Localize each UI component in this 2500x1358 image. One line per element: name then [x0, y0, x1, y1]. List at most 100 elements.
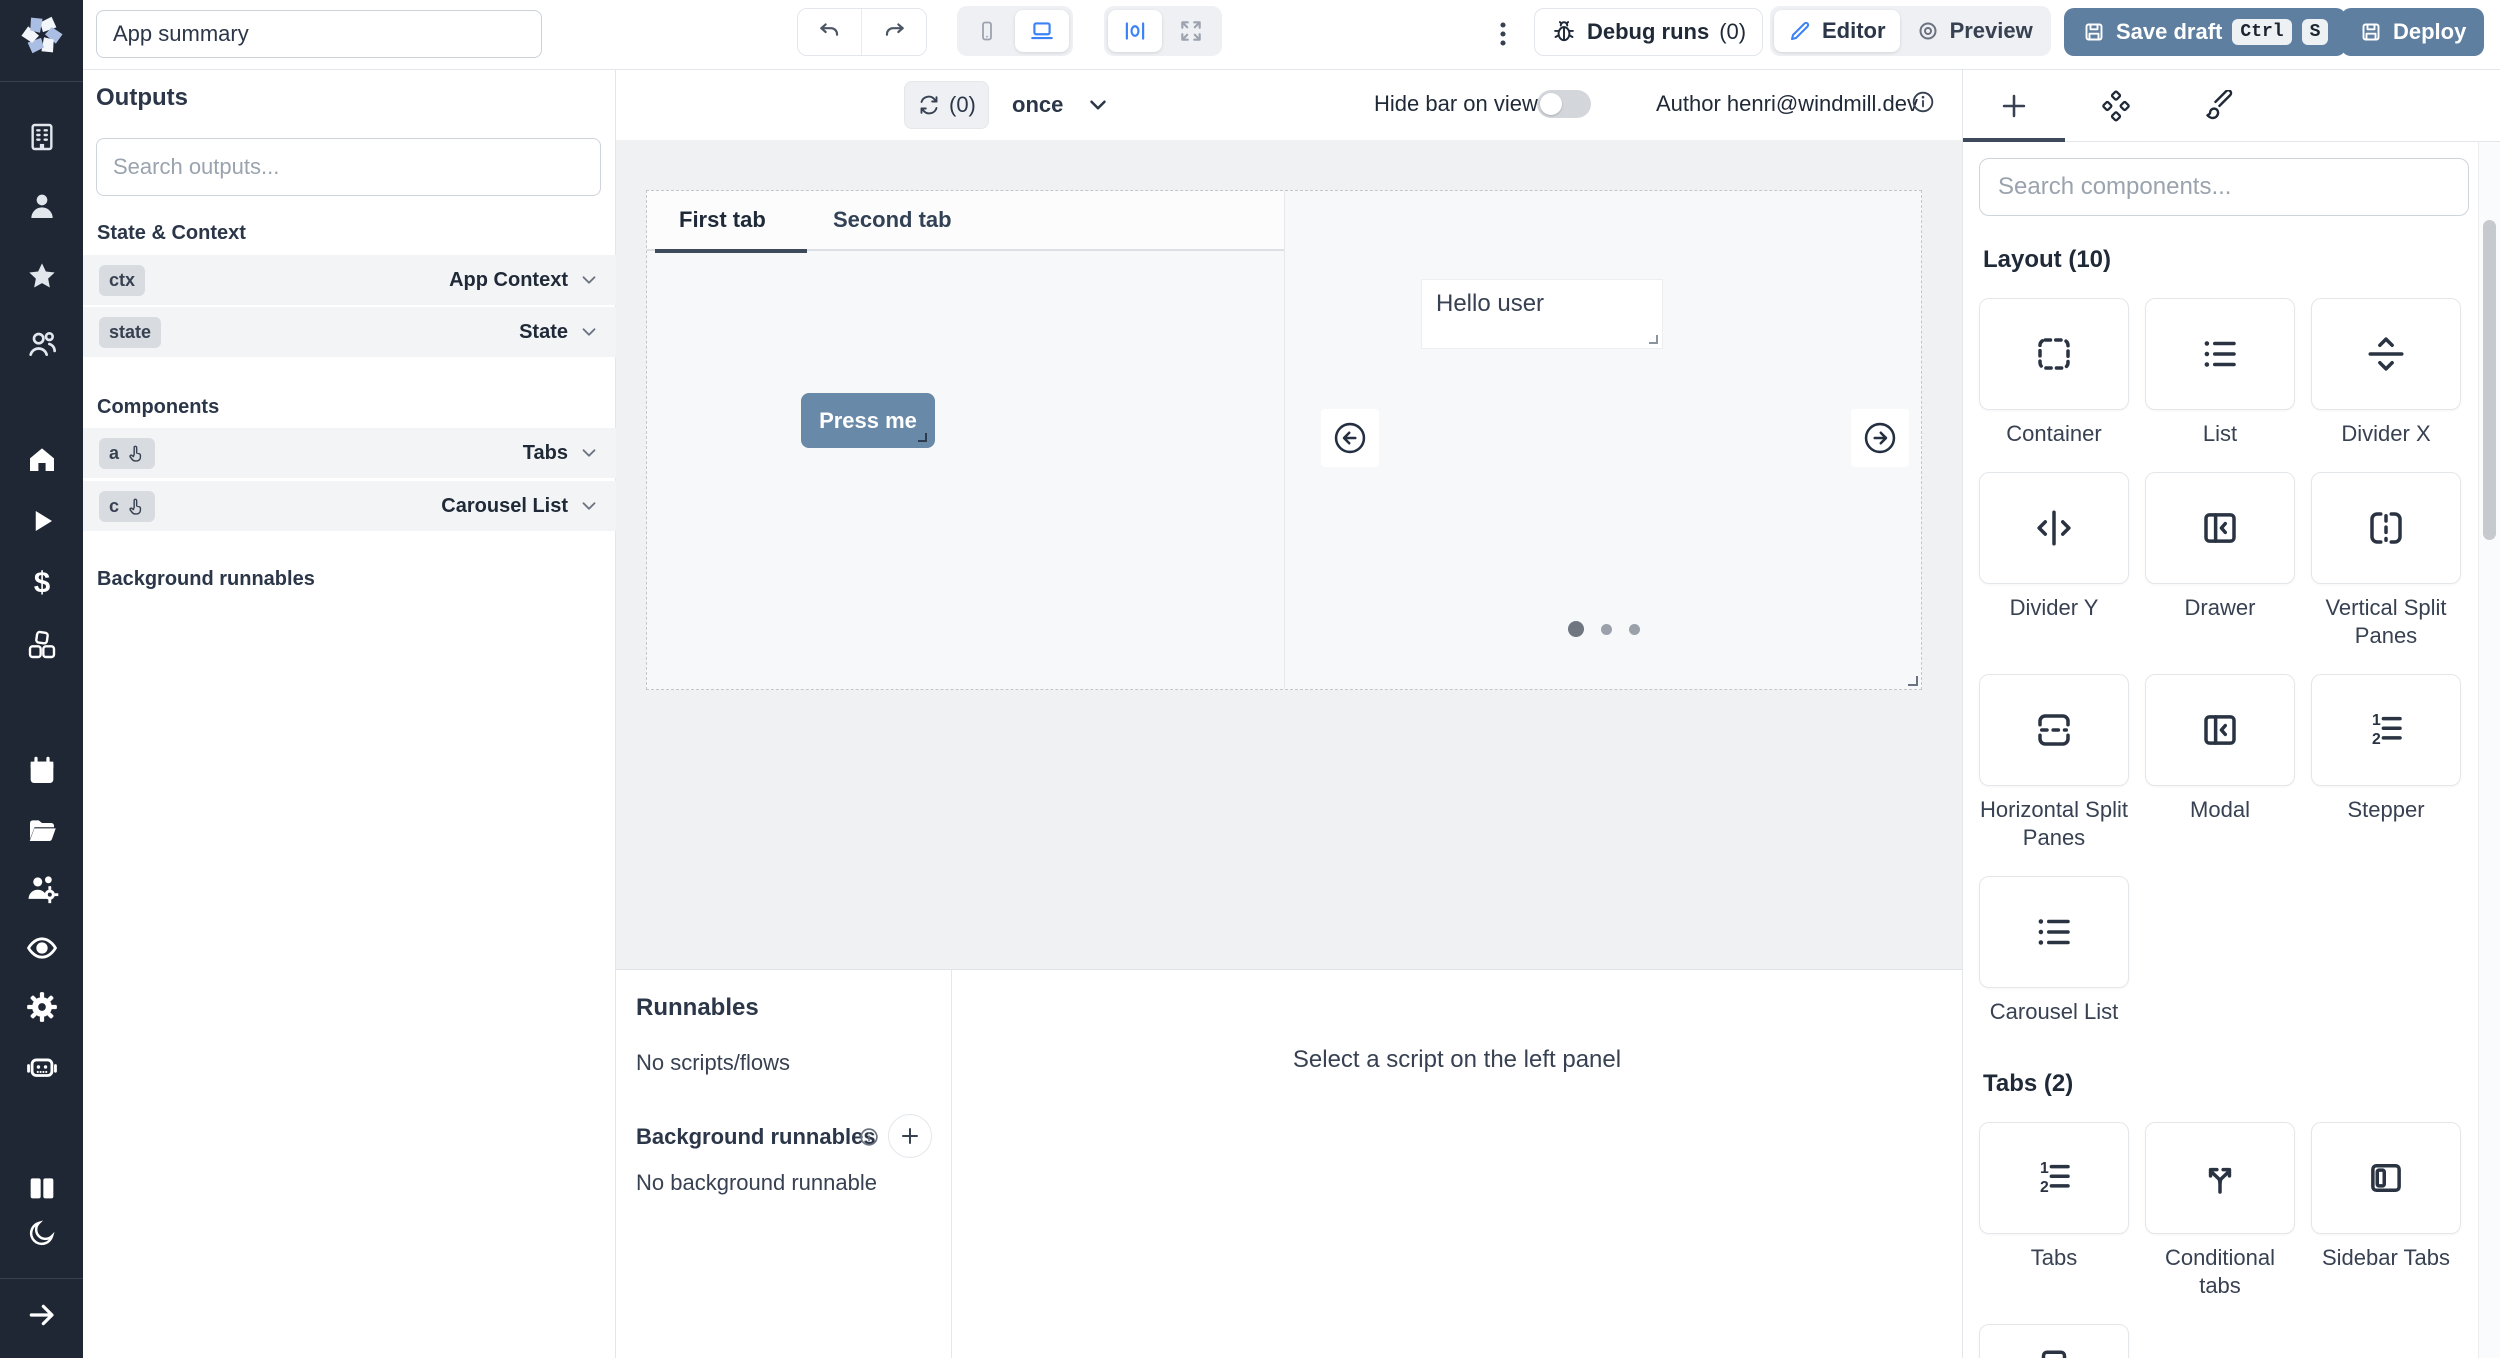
component-card-divider-x[interactable]: Divider X	[2311, 298, 2461, 448]
scrollbar-track[interactable]	[2478, 142, 2500, 1358]
save-draft-button[interactable]: Save draft Ctrl S	[2064, 8, 2346, 56]
refresh-button[interactable]: (0)	[904, 81, 989, 129]
runs-play-icon[interactable]	[0, 498, 83, 544]
carousel-component[interactable]: Hello user	[1285, 191, 1923, 689]
chevron-down-icon	[1085, 92, 1111, 118]
tab-first[interactable]: First tab	[679, 207, 766, 233]
component-card-tabs[interactable]: 12 Tabs	[1979, 1122, 2129, 1300]
component-card-list[interactable]: List	[2145, 298, 2295, 448]
editor-label: Editor	[1822, 18, 1886, 44]
eye-icon[interactable]	[0, 925, 83, 971]
tab-styling[interactable]	[2196, 84, 2240, 128]
windmill-logo-icon[interactable]	[0, 12, 83, 58]
tab-second[interactable]: Second tab	[833, 207, 952, 233]
home-icon[interactable]	[0, 436, 83, 482]
redo-button[interactable]	[862, 9, 926, 55]
fullscreen-button[interactable]	[1164, 10, 1218, 52]
carousel-dot-3[interactable]	[1629, 624, 1640, 635]
output-row-component-c[interactable]: c Carousel List	[83, 481, 616, 531]
resize-handle[interactable]	[918, 433, 927, 442]
sidebar-divider	[0, 81, 83, 82]
more-menu-button[interactable]	[1485, 16, 1521, 52]
book-pages-icon[interactable]	[0, 1166, 83, 1212]
output-row-ctx[interactable]: ctx App Context	[83, 255, 616, 305]
app-summary-input[interactable]	[96, 10, 542, 58]
paintbrush-icon	[2202, 90, 2234, 122]
search-components-input[interactable]	[1979, 158, 2469, 216]
editor-tab[interactable]: Editor	[1774, 10, 1900, 52]
component-card-horizontal-split-panes[interactable]: Horizontal Split Panes	[1979, 674, 2129, 852]
component-card-stepper[interactable]: 12 Stepper	[2311, 674, 2461, 852]
runnables-list: Runnables No scripts/flows Background ru…	[616, 970, 952, 1358]
mobile-view-button[interactable]	[961, 11, 1013, 51]
tabs-components-grid: 12 Tabs Conditional tabs Sidebar Tabs	[1979, 1122, 2479, 1358]
star-icon[interactable]	[0, 253, 83, 299]
collapse-arrow-right-icon[interactable]	[0, 1292, 83, 1338]
components-panel-tabs	[1963, 70, 2500, 142]
resources-cubes-icon[interactable]	[0, 622, 83, 668]
info-icon[interactable]	[858, 1126, 880, 1148]
press-me-button[interactable]: Press me	[801, 393, 935, 448]
component-card-partial[interactable]	[1979, 1324, 2129, 1358]
users-group-icon[interactable]	[0, 321, 83, 367]
info-icon[interactable]	[1910, 89, 1936, 115]
stepper-icon: 12	[2365, 709, 2407, 751]
schedule-dropdown[interactable]: once	[1012, 81, 1111, 129]
dark-mode-moon-icon[interactable]	[0, 1210, 83, 1256]
conditional-tabs-icon	[2199, 1157, 2241, 1199]
dollar-icon[interactable]: $	[0, 560, 83, 606]
scrollbar-thumb[interactable]	[2483, 220, 2496, 540]
deploy-button[interactable]: Deploy	[2341, 8, 2484, 56]
canvas-resize-handle[interactable]	[1908, 676, 1918, 686]
settings-gear-icon[interactable]	[0, 984, 83, 1030]
component-card-divider-y[interactable]: Divider Y	[1979, 472, 2129, 650]
component-card-container[interactable]: Container	[1979, 298, 2129, 448]
carousel-dot-2[interactable]	[1601, 624, 1612, 635]
preview-tab[interactable]: Preview	[1902, 10, 2047, 52]
tab-component-settings[interactable]	[2094, 84, 2138, 128]
text-component[interactable]: Hello user	[1421, 279, 1663, 349]
tab-insert-component[interactable]	[1992, 84, 2036, 128]
add-background-runnable-button[interactable]	[888, 1114, 932, 1158]
resize-handle[interactable]	[1649, 335, 1658, 344]
output-row-component-a[interactable]: a Tabs	[83, 428, 616, 478]
tabs-component[interactable]: First tab Second tab Press me	[647, 191, 1285, 689]
center-content-button[interactable]	[1108, 10, 1162, 52]
carousel-next-button[interactable]	[1851, 409, 1909, 467]
app-canvas[interactable]: First tab Second tab Press me Hello user	[646, 190, 1922, 690]
ctx-type-label: App Context	[449, 269, 568, 292]
svg-text:$: $	[33, 567, 49, 599]
undo-redo-group	[797, 8, 927, 56]
editor-preview-group: Editor Preview	[1770, 6, 2051, 56]
component-card-carousel-list[interactable]: Carousel List	[1979, 876, 2129, 1026]
debug-runs-label: Debug runs	[1587, 19, 1709, 45]
component-card-sidebar-tabs[interactable]: Sidebar Tabs	[2311, 1122, 2461, 1300]
carousel-dot-1[interactable]	[1568, 621, 1584, 637]
robot-icon[interactable]	[0, 1044, 83, 1090]
carousel-prev-button[interactable]	[1321, 409, 1379, 467]
component-card-modal[interactable]: Modal	[2145, 674, 2295, 852]
hide-bar-toggle[interactable]	[1537, 90, 1591, 118]
workspace-building-icon[interactable]	[0, 114, 83, 160]
component-card-drawer[interactable]: Drawer	[2145, 472, 2295, 650]
undo-button[interactable]	[798, 9, 862, 55]
users-gear-icon[interactable]	[0, 866, 83, 912]
output-row-state[interactable]: state State	[83, 307, 616, 357]
debug-runs-button[interactable]: Debug runs (0)	[1534, 8, 1763, 56]
search-outputs-input[interactable]	[96, 138, 601, 196]
desktop-view-button[interactable]	[1015, 10, 1069, 52]
component-card-vertical-split-panes[interactable]: Vertical Split Panes	[2311, 472, 2461, 650]
component-card-conditional-tabs[interactable]: Conditional tabs	[2145, 1122, 2295, 1300]
press-me-label: Press me	[819, 408, 917, 433]
kbd-ctrl: Ctrl	[2232, 19, 2291, 45]
user-icon[interactable]	[0, 183, 83, 229]
arrow-right-circle-icon	[1862, 420, 1898, 456]
pencil-icon	[1788, 19, 1812, 43]
refresh-count: (0)	[949, 92, 976, 118]
sidebar: $	[0, 0, 83, 1358]
component-label: Divider X	[2341, 420, 2430, 448]
component-label: Container	[2006, 420, 2101, 448]
schedules-calendar-icon[interactable]	[0, 748, 83, 794]
plus-icon	[1997, 89, 2031, 123]
folder-icon[interactable]	[0, 808, 83, 854]
